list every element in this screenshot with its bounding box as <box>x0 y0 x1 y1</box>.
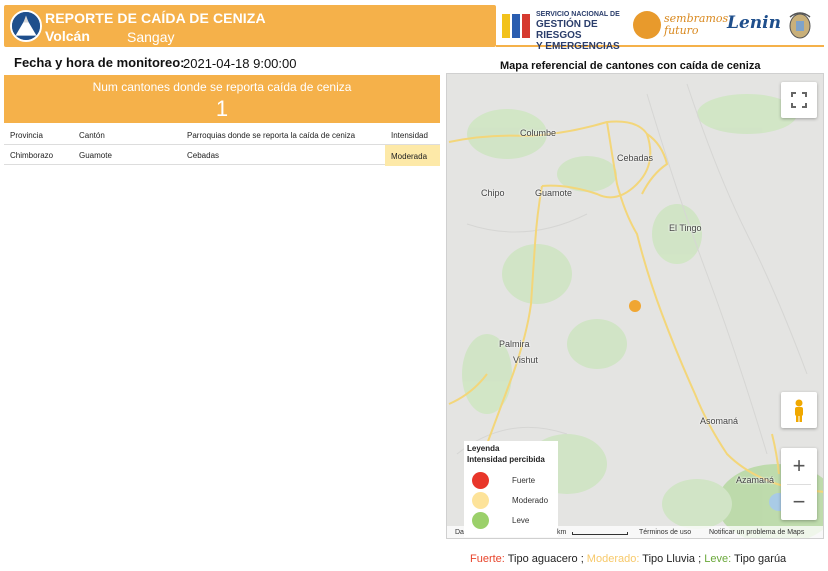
map-view[interactable]: Columbe Cebadas Chipo Guamote El Tingo P… <box>446 73 824 539</box>
legend-dot-leve <box>472 512 489 529</box>
intensity-notes: Fuerte: Tipo aguacero ; Moderado: Tipo L… <box>470 553 786 565</box>
place-columbe: Columbe <box>520 128 557 138</box>
place-asomana: Asomaná <box>700 416 739 426</box>
zoom-out-button[interactable]: − <box>781 484 817 520</box>
header-provincia[interactable]: Provincia <box>10 131 43 140</box>
sngre-line1: SERVICIO NACIONAL DE <box>536 11 620 18</box>
sembramos-logo: sembramos futuro <box>633 9 728 43</box>
cell-intensidad: Moderada <box>385 145 440 166</box>
pegman-icon <box>795 399 803 422</box>
legend-dot-moderado <box>472 492 489 509</box>
legend-item-leve: Leve <box>472 512 556 530</box>
cell-canton: Guamote <box>79 151 112 160</box>
report-header: REPORTE DE CAÍDA DE CENIZA Volcán Sangay <box>4 5 496 47</box>
legend-item-moderado: Moderado <box>472 492 556 510</box>
map-terms-link[interactable]: Términos de uso <box>639 529 691 536</box>
table-header-row: Provincia Cantón Parroquias donde se rep… <box>4 125 440 145</box>
volcano-icon <box>10 10 42 42</box>
map-scale[interactable]: km <box>557 529 566 536</box>
header-intensidad[interactable]: Intensidad <box>391 131 428 140</box>
map-legend: Leyenda Intensidad percibida Fuerte Mode… <box>464 441 558 537</box>
page-title: REPORTE DE CAÍDA DE CENIZA <box>45 10 266 26</box>
note-moderado-text: Tipo Lluvia ; <box>639 553 702 565</box>
coat-of-arms-icon <box>789 12 811 39</box>
note-leve-text: Tipo garúa <box>731 553 787 565</box>
zoom-control: + − <box>781 448 817 520</box>
report-page: REPORTE DE CAÍDA DE CENIZA Volcán Sangay… <box>0 0 828 571</box>
fullscreen-icon <box>791 92 807 108</box>
monitoring-datetime: 2021-04-18 9:00:00 <box>183 56 297 71</box>
map-title: Mapa referencial de cantones con caída d… <box>500 60 761 72</box>
map-data-credit[interactable]: Da <box>455 529 464 536</box>
sngre-mark-icon <box>502 14 530 38</box>
tree-icon <box>633 11 661 39</box>
header-parroquias[interactable]: Parroquias donde se reporta la caída de … <box>187 131 355 140</box>
legend-item-fuerte: Fuerte <box>472 472 556 490</box>
sembramos-line2: futuro <box>664 24 699 37</box>
map-report-link[interactable]: Notificar un problema de Maps <box>709 529 804 536</box>
place-vishut: Vishut <box>513 355 538 365</box>
legend-subtitle: Intensidad percibida <box>467 455 545 464</box>
table-row[interactable]: Chimborazo Guamote Cebadas Moderada <box>4 145 440 166</box>
place-guamote: Guamote <box>535 188 573 198</box>
map-scale-bar <box>572 532 628 535</box>
legend-label-fuerte: Fuerte <box>512 476 536 485</box>
place-palmira: Palmira <box>499 339 530 349</box>
legend-dot-fuerte <box>472 472 489 489</box>
street-view-button[interactable] <box>781 392 817 428</box>
logo-bar: SERVICIO NACIONAL DE GESTIÓN DE RIESGOS … <box>496 5 824 52</box>
sngre-logo: SERVICIO NACIONAL DE GESTIÓN DE RIESGOS … <box>500 9 630 52</box>
canton-count-title: Num cantones donde se reporta caída de c… <box>92 80 352 94</box>
cell-provincia: Chimborazo <box>10 151 54 160</box>
volcano-label: Volcán <box>45 28 90 44</box>
place-chipo: Chipo <box>481 188 505 198</box>
header-canton[interactable]: Cantón <box>79 131 105 140</box>
volcano-name: Sangay <box>127 29 175 45</box>
legend-title: Leyenda <box>467 444 500 453</box>
note-moderado-label: Moderado: <box>583 553 640 565</box>
canton-count-card: Num cantones donde se reporta caída de c… <box>4 75 440 123</box>
lenin-logo: Lenin <box>727 13 781 33</box>
ash-report-table: Provincia Cantón Parroquias donde se rep… <box>4 125 440 166</box>
zoom-in-button[interactable]: + <box>781 448 817 484</box>
cell-parroquia: Cebadas <box>187 151 220 160</box>
legend-label-moderado: Moderado <box>512 496 549 505</box>
place-cebadas: Cebadas <box>617 153 654 163</box>
sngre-line2: GESTIÓN DE RIESGOS <box>536 19 598 41</box>
fullscreen-button[interactable] <box>781 82 817 118</box>
ash-report-marker[interactable] <box>629 300 641 312</box>
note-fuerte-label: Fuerte: <box>470 553 505 565</box>
place-el-tingo: El Tingo <box>669 223 702 233</box>
legend-label-leve: Leve <box>512 516 530 525</box>
cell-intensidad-text: Moderada <box>391 152 428 161</box>
note-fuerte-text: Tipo aguacero ; <box>504 553 584 565</box>
monitoring-label: Fecha y hora de monitoreo: <box>14 55 185 70</box>
sngre-line3: Y EMERGENCIAS <box>536 41 620 52</box>
note-leve-label: Leve: <box>701 553 732 565</box>
canton-count-value: 1 <box>215 96 229 121</box>
place-azamana: Azamaná <box>736 475 775 485</box>
